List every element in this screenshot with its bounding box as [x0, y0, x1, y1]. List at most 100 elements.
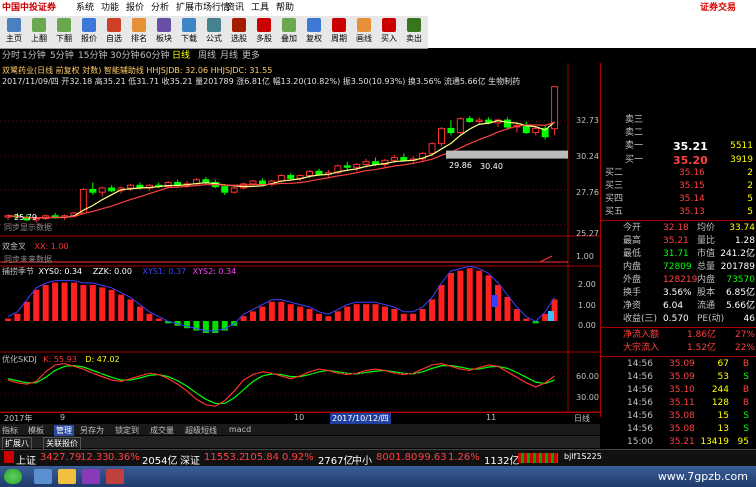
sub3-d: D: 47.02	[85, 355, 120, 364]
extension-tabs: 扩展八 关联报价	[0, 436, 600, 450]
toolbar-button-formula[interactable]: 公式	[202, 17, 226, 47]
candlestick[interactable]	[4, 214, 12, 220]
taskbar-app-icon-3[interactable]	[82, 469, 100, 484]
candlestick[interactable]	[108, 185, 116, 193]
stat-value: 3.56%	[663, 288, 692, 298]
candlestick[interactable]	[466, 115, 474, 123]
trade-menu-link[interactable]: 证券交易	[700, 0, 736, 16]
taskbar-app-icon-4[interactable]	[106, 469, 124, 484]
menu-item-1[interactable]: 功能	[101, 0, 119, 16]
indicator-tab-0[interactable]: 指标	[2, 425, 18, 436]
candlestick[interactable]	[532, 127, 540, 136]
toolbar-button-favorite[interactable]: 自选	[102, 17, 126, 47]
period-tab-1[interactable]: 1分钟	[22, 49, 46, 63]
toolbar-button-download[interactable]: 下载	[177, 17, 201, 47]
toolbar-button-up[interactable]: 上翻	[27, 17, 51, 47]
sub2-bar	[268, 301, 275, 321]
toolbar-button-buy[interactable]: 买入	[377, 17, 401, 47]
toolbar-button-rank[interactable]: 排名	[127, 17, 151, 47]
toolbar-button-sector[interactable]: 板块	[152, 17, 176, 47]
menu-item-2[interactable]: 报价	[126, 0, 144, 16]
candlestick[interactable]	[475, 117, 483, 125]
period-tab-0[interactable]: 分时	[2, 49, 20, 63]
toolbar-button-restore[interactable]: 复权	[302, 17, 326, 47]
candlestick[interactable]	[522, 121, 530, 134]
toolbar-button-stock-pick[interactable]: 选股	[227, 17, 251, 47]
sz-label[interactable]: 深证	[180, 452, 200, 467]
menu-item-4[interactable]: 扩展市场行情	[176, 0, 230, 16]
toolbar-button-period[interactable]: 周期	[327, 17, 351, 47]
multi-stock-icon	[257, 18, 271, 32]
toolbar-button-overlay[interactable]: 叠加	[277, 17, 301, 47]
taskbar-app-icon-2[interactable]	[58, 469, 76, 484]
period-icon	[332, 18, 346, 32]
sub2-bar	[513, 309, 520, 321]
candlestick[interactable]	[551, 86, 559, 136]
candlestick[interactable]	[89, 182, 97, 195]
period-tab-3[interactable]: 15分钟	[78, 49, 107, 63]
sub2-bar	[33, 289, 40, 321]
toolbar-button-sell[interactable]: 卖出	[402, 17, 426, 47]
candlestick[interactable]	[513, 122, 521, 133]
sh-label[interactable]: 上证	[16, 452, 36, 467]
period-tab-5[interactable]: 60分钟	[140, 49, 169, 63]
period-tab-6[interactable]: 日线	[172, 49, 190, 63]
period-tab-8[interactable]: 月线	[220, 49, 238, 63]
indicator-tab-5[interactable]: 成交量	[150, 425, 174, 436]
indicator-tab-3[interactable]: 另存为	[80, 425, 104, 436]
indicator-tab-7[interactable]: macd	[229, 425, 251, 434]
taskbar-app-icon-1[interactable]	[34, 469, 52, 484]
candlestick[interactable]	[296, 174, 304, 182]
zx-label[interactable]: 中小	[352, 452, 372, 467]
toolbar-button-label: 复权	[306, 34, 322, 43]
divider	[601, 356, 756, 357]
menu-item-7[interactable]: 帮助	[276, 0, 294, 16]
menu-item-6[interactable]: 工具	[251, 0, 269, 16]
indicator-tab-2[interactable]: 管理	[54, 425, 74, 436]
period-tab-7[interactable]: 周线	[198, 49, 216, 63]
ask-row: 卖一 35.21 5511	[601, 140, 756, 153]
period-tab-2[interactable]: 5分钟	[50, 49, 74, 63]
candlestick[interactable]	[343, 161, 351, 170]
bid-row: 买三 35.15 2	[601, 180, 756, 193]
stat-label: 流通	[697, 301, 716, 311]
ask-label: 卖二	[625, 128, 644, 138]
candlestick[interactable]	[230, 186, 238, 194]
menu-item-5[interactable]: 资讯	[226, 0, 244, 16]
start-button-icon[interactable]	[4, 469, 22, 484]
bid-row: 买四 35.14 5	[601, 193, 756, 206]
sector-icon	[157, 18, 171, 32]
sub2-bar	[99, 287, 106, 321]
candlestick[interactable]	[287, 172, 295, 180]
menu-item-3[interactable]: 分析	[151, 0, 169, 16]
candlestick[interactable]	[447, 120, 455, 136]
ask-row: 卖三	[601, 114, 756, 127]
candlestick[interactable]	[494, 118, 502, 128]
period-tab-9[interactable]: 更多	[242, 49, 260, 63]
bid-label: 买二	[605, 168, 624, 178]
indicator-tab-6[interactable]: 超级短线	[185, 425, 217, 436]
toolbar-button-quote[interactable]: 报价	[77, 17, 101, 47]
flow-row: 大宗流入 1.52亿 22%	[601, 342, 756, 355]
bid-label: 买三	[605, 181, 624, 191]
indicator-tab-4[interactable]: 锁定到	[115, 425, 139, 436]
toolbar-button-home[interactable]: 主页	[2, 17, 26, 47]
tick-row: 14:56 35.10 244 B	[601, 384, 756, 397]
candlestick[interactable]	[98, 186, 106, 197]
chart-area[interactable]	[0, 63, 600, 426]
toolbar-button-draw-line[interactable]: 画线	[352, 17, 376, 47]
tick-row: 15:00 35.21 13419 95	[601, 436, 756, 449]
toolbar-button-down[interactable]: 下翻	[52, 17, 76, 47]
candlestick[interactable]	[437, 127, 445, 147]
sub1-header: 双金叉 XX: 1.00	[2, 241, 69, 252]
indicator-tab-1[interactable]: 模板	[28, 425, 44, 436]
flow-label: 大宗流入	[623, 343, 660, 353]
toolbar-button-multi-stock[interactable]: 多股	[252, 17, 276, 47]
sh-pct: 0.36%	[108, 452, 140, 463]
candlestick[interactable]	[353, 163, 361, 172]
date-label-nov: 11	[486, 413, 497, 422]
candlestick[interactable]	[456, 117, 464, 134]
candlestick[interactable]	[249, 179, 257, 187]
period-tab-4[interactable]: 30分钟	[110, 49, 139, 63]
menu-item-0[interactable]: 系统	[76, 0, 94, 16]
